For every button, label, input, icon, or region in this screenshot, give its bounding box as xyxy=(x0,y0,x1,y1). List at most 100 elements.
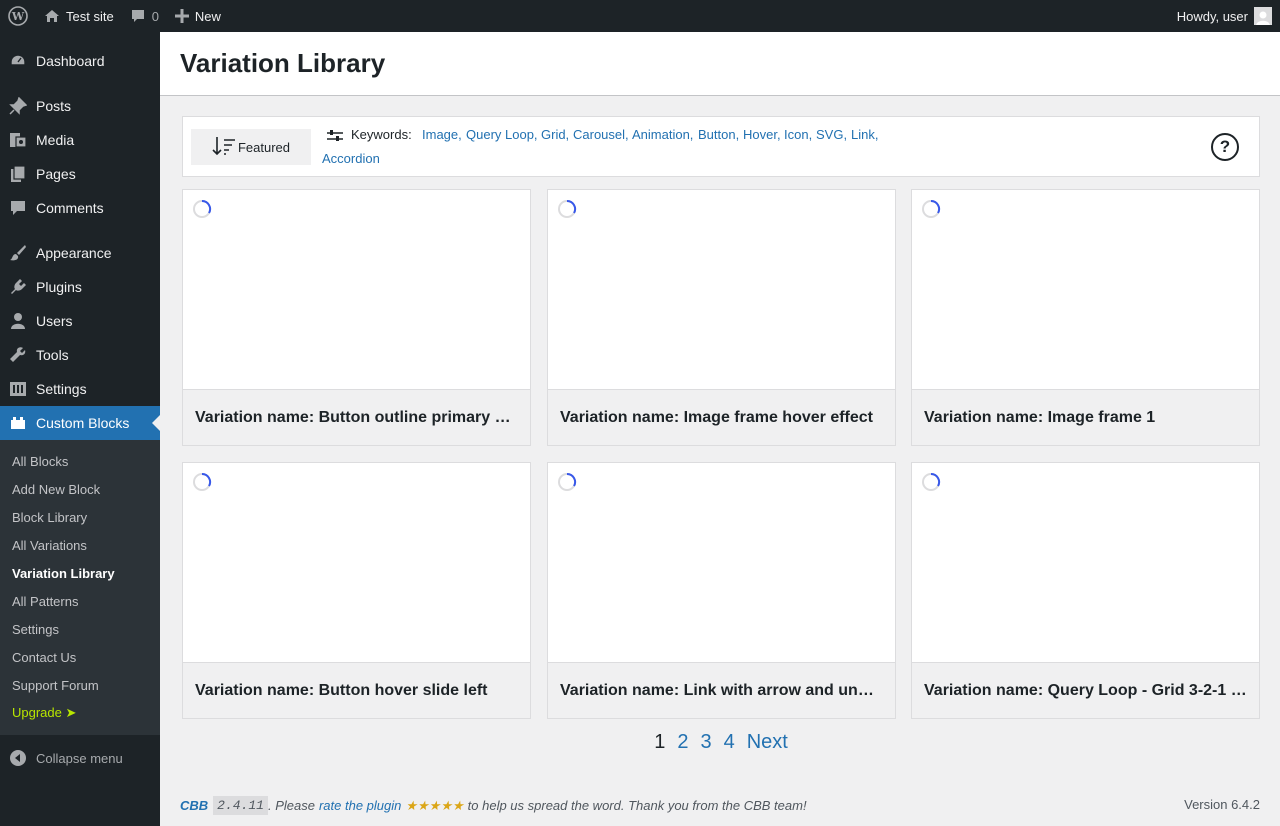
pages-icon xyxy=(0,165,36,183)
pagination: 1 2 3 4 Next xyxy=(182,731,1260,754)
menu-label: Plugins xyxy=(36,279,82,295)
menu-label: Settings xyxy=(36,381,87,397)
sort-label: Featured xyxy=(237,139,291,155)
site-name: Test site xyxy=(66,8,114,24)
menu-users[interactable]: Users xyxy=(0,304,160,338)
media-icon xyxy=(0,131,36,149)
menu-plugins[interactable]: Plugins xyxy=(0,270,160,304)
next-page-link[interactable]: Next xyxy=(747,731,788,754)
submenu-settings[interactable]: Settings xyxy=(0,615,160,643)
menu-label: Dashboard xyxy=(36,53,105,69)
card-preview xyxy=(183,190,530,390)
menu-tools[interactable]: Tools xyxy=(0,338,160,372)
variation-card[interactable]: Variation name: Query Loop - Grid 3-2-1 … xyxy=(911,462,1260,719)
page-title: Variation Library xyxy=(180,48,386,78)
variation-card[interactable]: Variation name: Button hover slide left xyxy=(182,462,531,719)
rate-plugin-link[interactable]: rate the plugin xyxy=(319,798,401,813)
loading-spinner-icon xyxy=(921,472,941,495)
submenu-all-blocks[interactable]: All Blocks xyxy=(0,447,160,475)
keyword-link[interactable]: Link, xyxy=(851,127,878,142)
pin-icon xyxy=(0,97,36,115)
site-name-link[interactable]: Test site xyxy=(36,0,122,32)
avatar xyxy=(1254,7,1272,25)
help-button[interactable]: ? xyxy=(1211,133,1239,161)
keyword-animation[interactable]: Animation, xyxy=(632,127,693,142)
menu-media[interactable]: Media xyxy=(0,123,160,157)
card-preview xyxy=(183,463,530,663)
collapse-label: Collapse menu xyxy=(36,750,123,766)
page-4[interactable]: 4 xyxy=(724,731,735,754)
blocks-icon xyxy=(0,415,36,431)
brush-icon xyxy=(0,244,36,262)
page-2[interactable]: 2 xyxy=(677,731,688,754)
filter-icon xyxy=(326,128,344,147)
rating-stars[interactable]: ★★★★★ xyxy=(405,798,463,814)
menu-pages[interactable]: Pages xyxy=(0,157,160,191)
filter-bar: Featured Keywords: Image, Query Loop, Gr… xyxy=(182,116,1260,177)
keyword-icon[interactable]: Icon, xyxy=(784,127,812,142)
collapse-menu-button[interactable]: Collapse menu xyxy=(0,741,160,775)
keyword-query-loop[interactable]: Query Loop, xyxy=(466,127,538,142)
keyword-svg[interactable]: SVG, xyxy=(816,127,847,142)
custom-blocks-submenu: All Blocks Add New Block Block Library A… xyxy=(0,440,160,735)
keyword-hover[interactable]: Hover, xyxy=(743,127,781,142)
submenu-variation-library[interactable]: Variation Library xyxy=(0,559,160,587)
card-preview xyxy=(548,463,895,663)
brand-link[interactable]: CBB xyxy=(180,798,208,813)
plus-icon xyxy=(174,9,189,23)
menu-label: Custom Blocks xyxy=(36,415,130,431)
card-preview xyxy=(548,190,895,390)
keyword-image[interactable]: Image, xyxy=(422,127,462,142)
submenu-support-forum[interactable]: Support Forum xyxy=(0,671,160,699)
new-label: New xyxy=(194,8,221,24)
keyword-button[interactable]: Button, xyxy=(698,127,739,142)
card-title: Variation name: Button outline primary c… xyxy=(195,408,518,426)
wordpress-logo-icon[interactable]: W xyxy=(0,0,36,32)
menu-settings[interactable]: Settings xyxy=(0,372,160,406)
menu-label: Tools xyxy=(36,347,69,363)
variation-card[interactable]: Variation name: Link with arrow and unde… xyxy=(547,462,896,719)
submenu-upgrade[interactable]: Upgrade ➤ xyxy=(0,699,160,727)
sort-icon xyxy=(212,136,238,159)
menu-custom-blocks[interactable]: Custom Blocks xyxy=(0,406,160,440)
submenu-all-variations[interactable]: All Variations xyxy=(0,531,160,559)
page-1[interactable]: 1 xyxy=(654,731,665,754)
page-3[interactable]: 3 xyxy=(700,731,711,754)
card-title: Variation name: Image frame 1 xyxy=(924,408,1156,426)
menu-comments[interactable]: Comments xyxy=(0,191,160,225)
submenu-block-library[interactable]: Block Library xyxy=(0,503,160,531)
variation-card[interactable]: Variation name: Image frame 1 xyxy=(911,189,1260,446)
card-title: Variation name: Image frame hover effect xyxy=(560,408,873,426)
submenu-contact-us[interactable]: Contact Us xyxy=(0,643,160,671)
card-preview xyxy=(912,463,1259,663)
card-preview xyxy=(912,190,1259,390)
wp-version: Version 6.4.2 xyxy=(1184,797,1260,812)
menu-appearance[interactable]: Appearance xyxy=(0,236,160,270)
plug-icon xyxy=(0,278,36,296)
card-title: Variation name: Button hover slide left xyxy=(195,681,488,699)
comments-link[interactable]: 0 xyxy=(122,0,167,32)
variation-card[interactable]: Variation name: Image frame hover effect xyxy=(547,189,896,446)
admin-bar: W Test site 0 New Howdy, user xyxy=(0,0,1280,32)
sort-button[interactable]: Featured xyxy=(191,129,311,165)
submenu-add-new-block[interactable]: Add New Block xyxy=(0,475,160,503)
menu-label: Appearance xyxy=(36,245,112,261)
my-account[interactable]: Howdy, user xyxy=(1169,0,1280,32)
submenu-all-patterns[interactable]: All Patterns xyxy=(0,587,160,615)
new-content-link[interactable]: New xyxy=(167,0,229,32)
menu-label: Users xyxy=(36,313,73,329)
dashboard-icon xyxy=(0,52,36,70)
home-icon xyxy=(44,8,60,24)
keyword-carousel[interactable]: Carousel, xyxy=(573,127,629,142)
footer-text-after: to help us spread the word. Thank you fr… xyxy=(467,798,807,813)
menu-posts[interactable]: Posts xyxy=(0,89,160,123)
sliders-icon xyxy=(0,380,36,398)
menu-dashboard[interactable]: Dashboard xyxy=(0,44,160,78)
loading-spinner-icon xyxy=(192,472,212,495)
svg-text:W: W xyxy=(11,10,25,23)
keyword-accordion[interactable]: Accordion xyxy=(322,151,380,166)
menu-label: Pages xyxy=(36,166,76,182)
user-icon xyxy=(0,312,36,330)
variation-card[interactable]: Variation name: Button outline primary c… xyxy=(182,189,531,446)
keyword-grid[interactable]: Grid, xyxy=(541,127,569,142)
